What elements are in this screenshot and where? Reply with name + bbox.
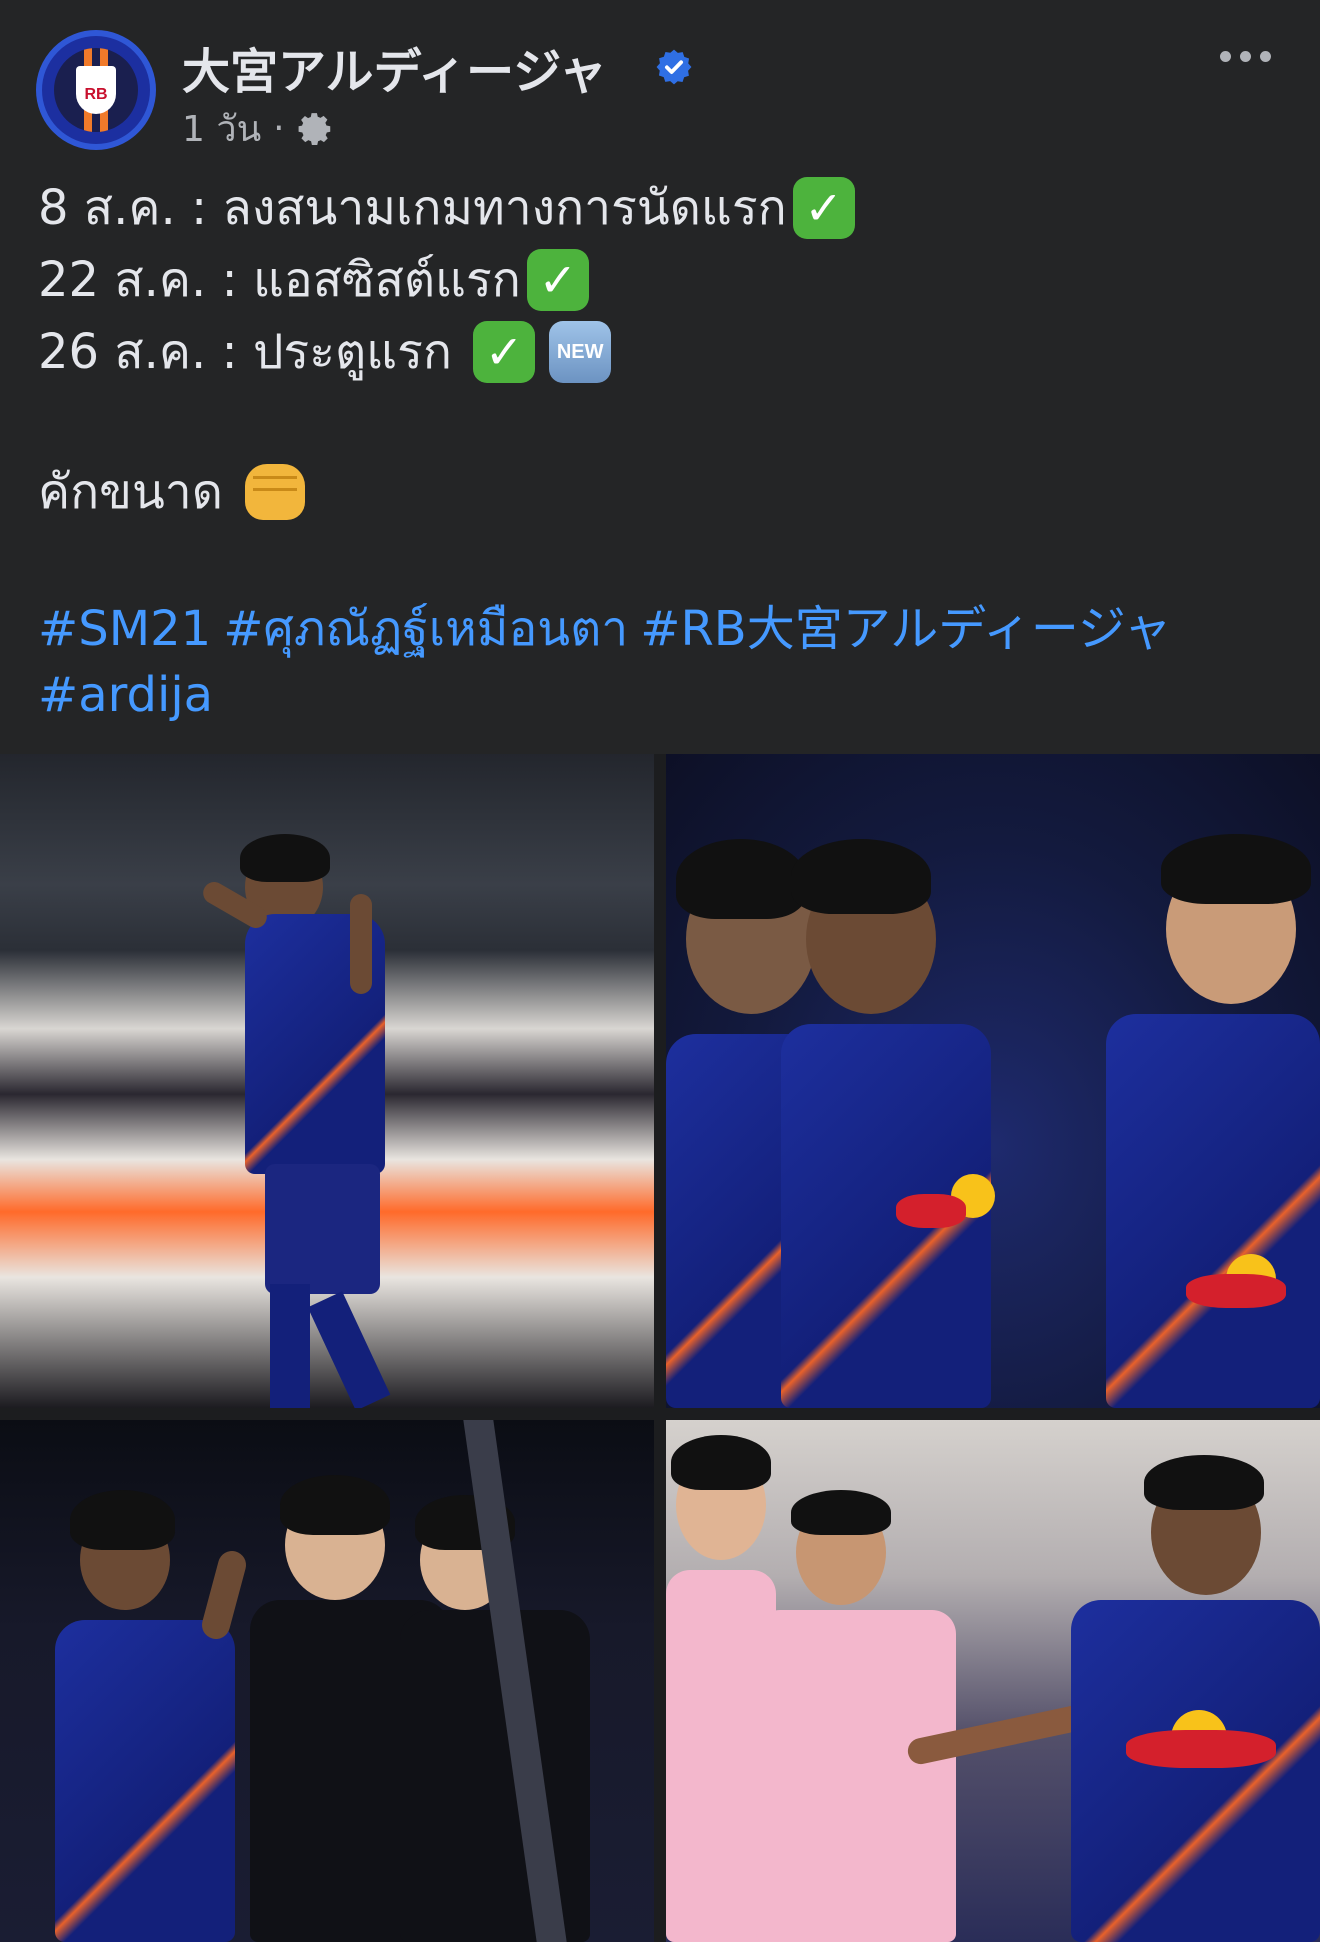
more-dot	[1220, 50, 1231, 62]
player-jersey	[1071, 1600, 1320, 1942]
crest-text: RB	[84, 86, 108, 103]
fist-bump-icon	[244, 464, 305, 520]
staff-jacket	[400, 1610, 590, 1942]
crest-shield: RB	[76, 66, 116, 114]
sponsor-bull	[1186, 1274, 1286, 1308]
player-sock	[270, 1284, 310, 1408]
hashtag-link[interactable]: #SM21	[38, 601, 211, 657]
page-name[interactable]: 大宮アルディージャ	[182, 32, 607, 102]
post-line: 26 ส.ค. : ประตูแรก ✓ NEW	[38, 316, 1288, 388]
player-hair	[1144, 1455, 1264, 1510]
check-mark-icon: ✓	[473, 321, 536, 383]
player-hand	[198, 1547, 250, 1643]
player-hair	[671, 1435, 771, 1490]
page-avatar[interactable]: RB	[36, 30, 156, 150]
post-line-text: 22 ส.ค. : แอสซิสต์แรก	[38, 252, 521, 308]
post-line: 22 ส.ค. : แอสซิสต์แรก ✓	[38, 244, 1288, 316]
player-jersey	[1106, 1014, 1320, 1408]
check-mark-icon: ✓	[526, 249, 589, 311]
photo-high-five-bench[interactable]	[0, 1420, 654, 1942]
post-line: คักขนาด	[38, 456, 1288, 528]
player-hair	[791, 839, 931, 914]
player-hair	[70, 1490, 175, 1550]
post-line: 8 ส.ค. : ลงสนามเกมทางการนัดแรก ✓	[38, 172, 1288, 244]
post-line-text: 8 ส.ค. : ลงสนามเกมทางการนัดแรก	[38, 180, 787, 236]
more-dot	[1240, 50, 1251, 62]
photo-grid	[0, 754, 1320, 1942]
hashtag-link[interactable]: #RB大宮アルディージャ	[640, 601, 1171, 657]
player-hair	[240, 834, 330, 882]
hashtag-link[interactable]: #ศุภณัฏฐ์เหมือนตา	[223, 601, 628, 657]
post-header: RB 大宮アルディージャ 1 วัน ·	[0, 0, 1320, 160]
post-timestamp[interactable]: 1 วัน	[182, 100, 261, 157]
hashtags: #SM21 #ศุภณัฏฐ์เหมือนตา #RB大宮アルディージャ #ardij…	[38, 596, 1288, 728]
training-bib	[756, 1610, 956, 1942]
check-mark-icon: ✓	[792, 177, 855, 239]
hashtag-link[interactable]: #ardija	[38, 667, 213, 723]
staff-hair	[280, 1475, 390, 1535]
sponsor-bull	[1126, 1730, 1276, 1768]
more-options-icon[interactable]	[1220, 44, 1276, 68]
more-dot	[1260, 50, 1271, 62]
new-button-icon: NEW	[549, 321, 612, 383]
player-shorts	[265, 1164, 380, 1294]
photo-teammates-hug[interactable]	[666, 754, 1320, 1408]
gear-icon[interactable]	[297, 110, 335, 148]
post-meta: 1 วัน ·	[182, 100, 335, 157]
post-line-text: คักขนาด	[38, 464, 223, 520]
player-hair	[1161, 834, 1311, 904]
player-sock	[307, 1291, 391, 1408]
post-body: 8 ส.ค. : ลงสนามเกมทางการนัดแรก ✓ 22 ส.ค.…	[38, 172, 1288, 728]
post-line-text: 26 ส.ค. : ประตูแรก	[38, 324, 468, 380]
sponsor-bull	[896, 1194, 966, 1228]
photo-celebration-arms-out[interactable]	[0, 754, 654, 1408]
player-hair	[791, 1490, 891, 1535]
verified-badge-icon	[656, 49, 692, 85]
player-arm	[350, 894, 372, 994]
player-hair	[676, 839, 806, 919]
photo-smiling-teammates[interactable]	[666, 1420, 1320, 1942]
meta-separator: ·	[273, 108, 285, 149]
club-crest: RB	[54, 48, 138, 132]
player-jersey	[55, 1620, 235, 1942]
